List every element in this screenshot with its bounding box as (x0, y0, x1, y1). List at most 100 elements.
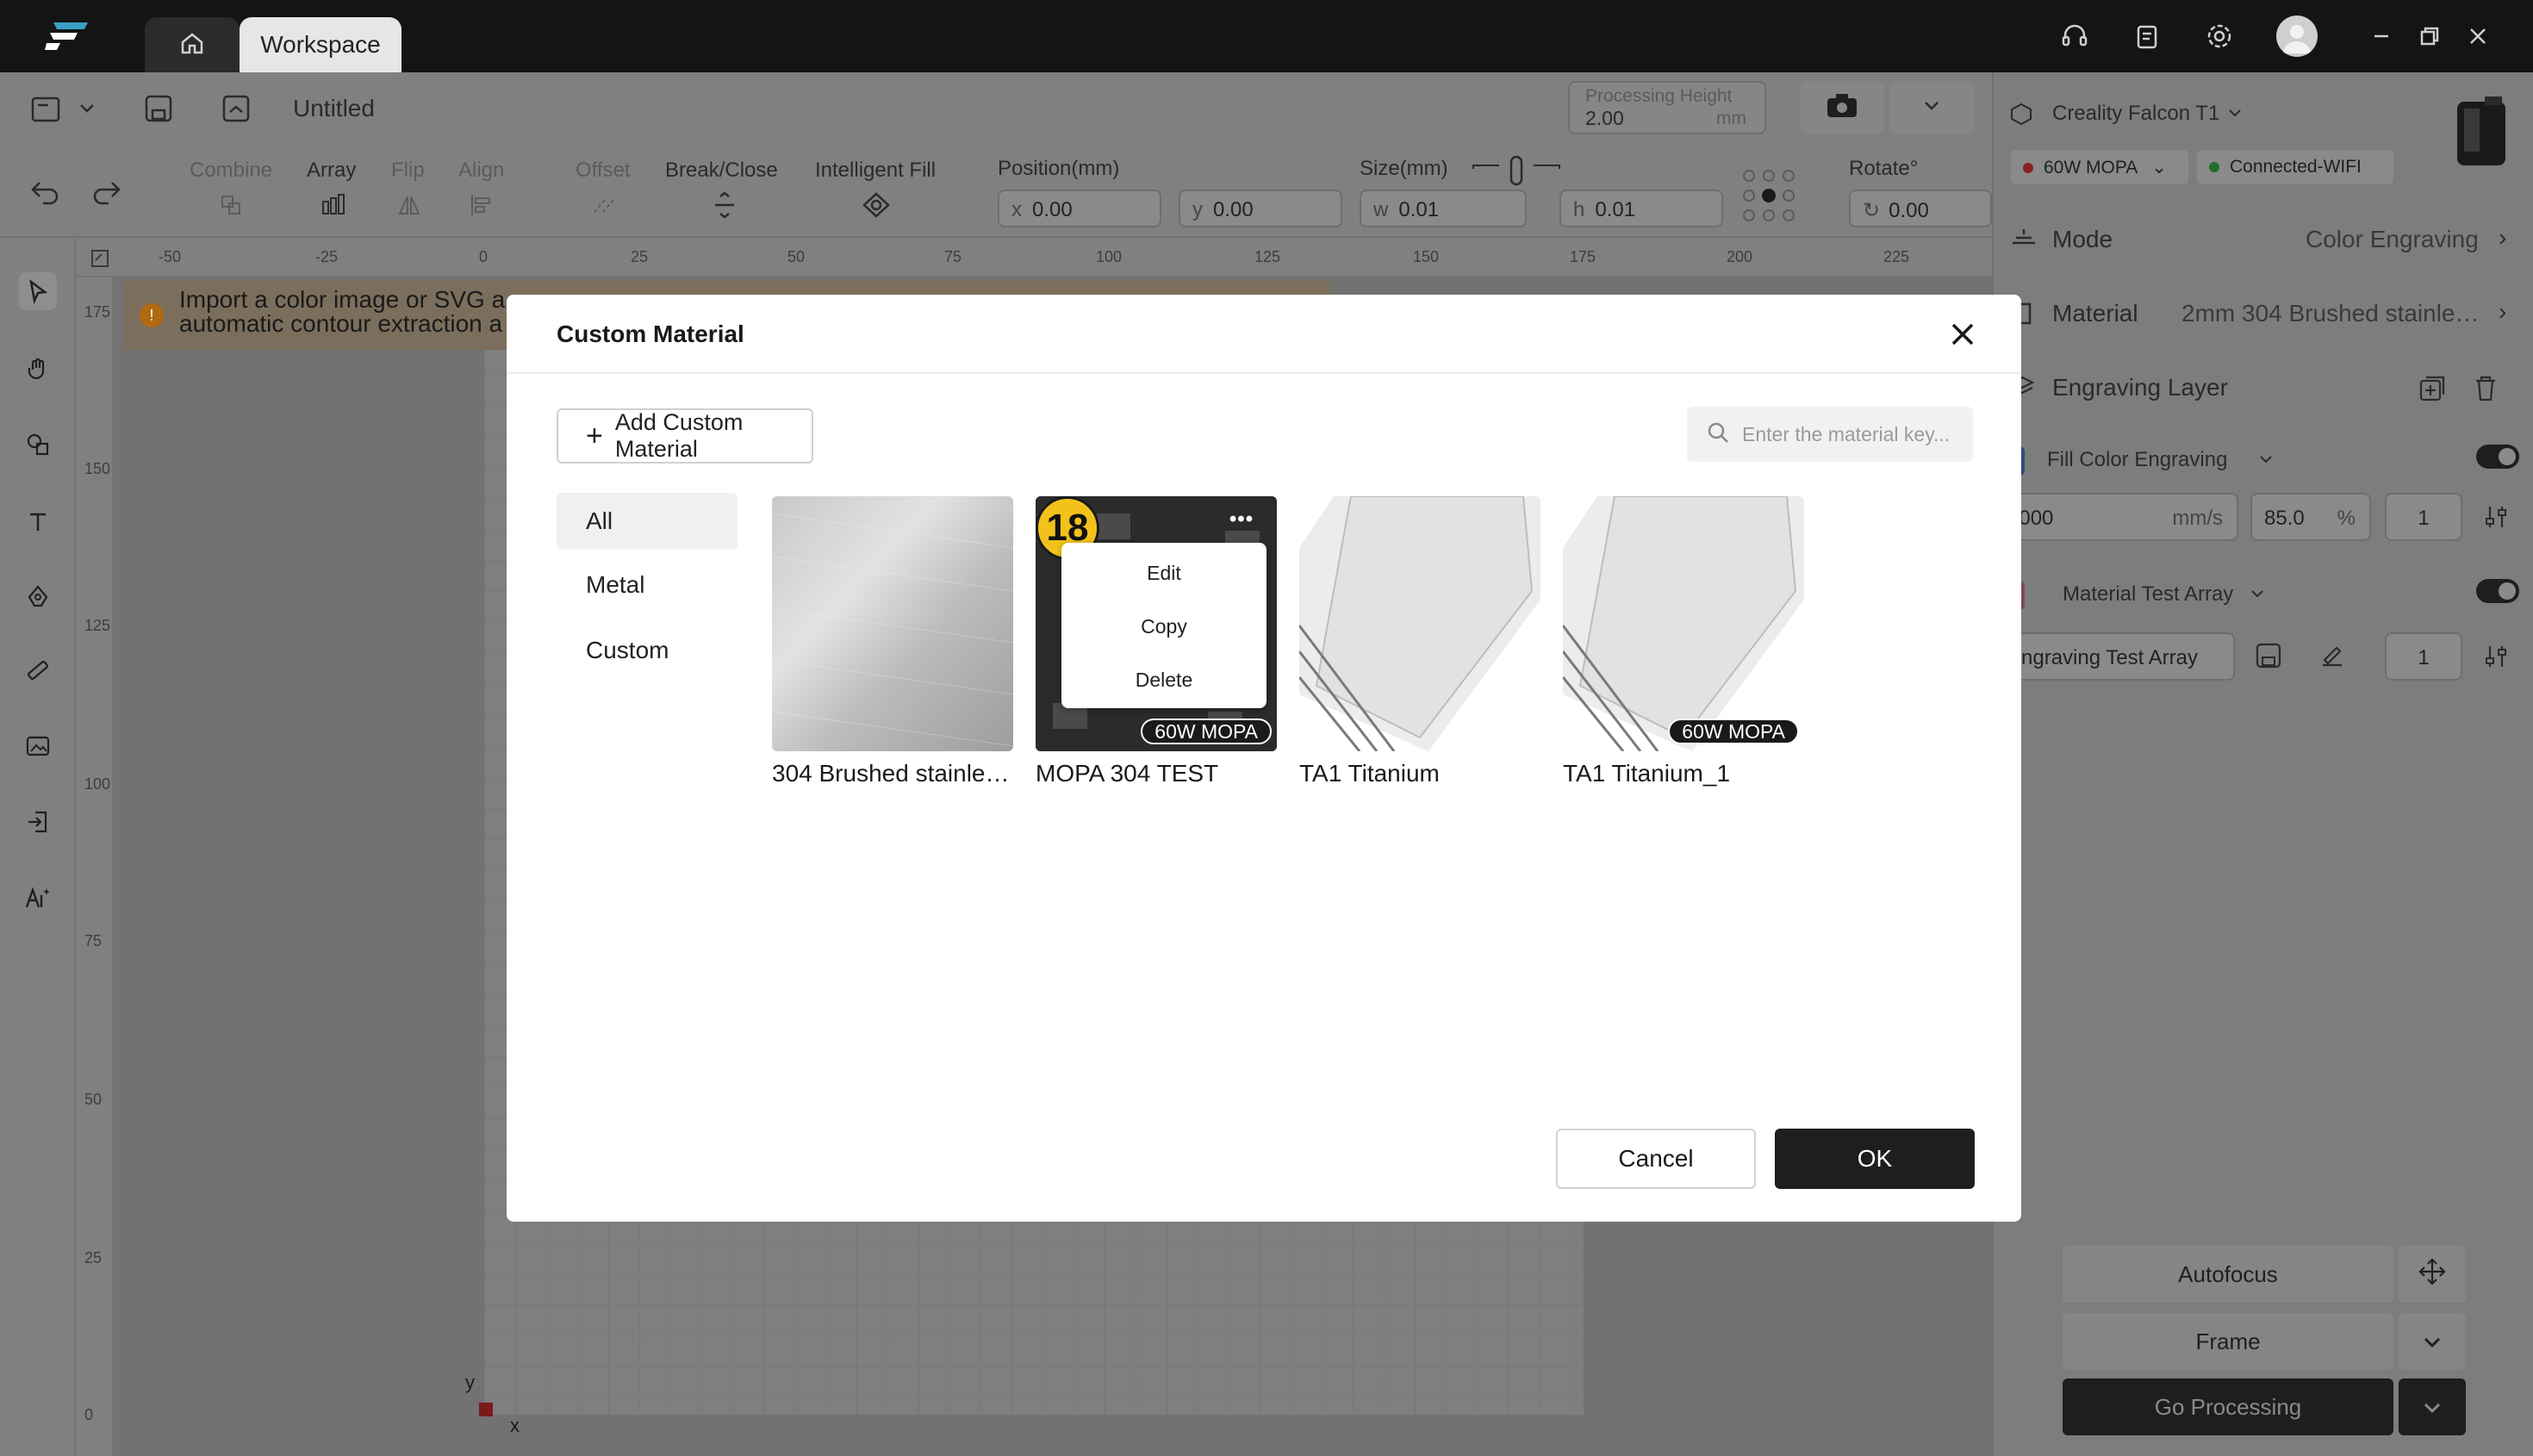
laser-module-dropdown[interactable]: 60W MOPA ⌄ (2011, 150, 2188, 184)
layer-1-power-input[interactable]: 85.0% (2250, 493, 2371, 541)
camera-dropdown-button[interactable] (1890, 81, 1973, 134)
settings-icon[interactable] (2200, 17, 2238, 55)
material-card[interactable]: 304 Brushed stainle… (772, 496, 1013, 787)
cancel-button[interactable]: Cancel (1556, 1129, 1756, 1189)
search-input[interactable] (1742, 422, 1975, 446)
size-h-input[interactable]: h 0.01 (1559, 190, 1723, 227)
category-metal[interactable]: Metal (557, 557, 737, 613)
more-options-icon[interactable]: ••• (1223, 507, 1260, 531)
redo-icon[interactable] (90, 177, 124, 209)
material-search[interactable] (1687, 407, 1975, 462)
menu-item-edit[interactable]: Edit (1061, 548, 1266, 598)
processing-dropdown-button[interactable] (2399, 1378, 2466, 1435)
layer-2-type-button[interactable]: Engraving Test Array (1994, 632, 2235, 681)
anchor-grid-icon[interactable] (1739, 165, 1799, 230)
go-processing-button[interactable]: Go Processing (2063, 1378, 2393, 1435)
avatar[interactable] (2276, 16, 2318, 57)
layer-2-toggle[interactable] (2476, 579, 2519, 603)
rotate-input[interactable]: ↻ 0.00 (1849, 190, 1992, 227)
layer-1-name[interactable]: Fill Color Engraving (2047, 448, 2227, 472)
combine-label[interactable]: Combine (190, 159, 272, 183)
flip-label[interactable]: Flip (391, 159, 425, 183)
ruler-tick: -25 (315, 248, 339, 265)
delete-layer-icon[interactable] (2473, 374, 2499, 408)
position-y-input[interactable]: y 0.00 (1179, 190, 1342, 227)
hand-tool-icon[interactable] (19, 350, 57, 388)
edit-layer-icon[interactable] (2318, 641, 2347, 675)
size-label: Size(mm) (1360, 157, 1448, 180)
shapes-tool-icon[interactable] (19, 426, 57, 464)
category-all[interactable]: All (557, 493, 737, 550)
position-x-input[interactable]: x 0.00 (998, 190, 1161, 227)
mode-value[interactable]: Color Engraving (2306, 226, 2479, 253)
clipboard-icon[interactable] (2128, 17, 2166, 55)
add-layer-icon[interactable] (2418, 374, 2447, 408)
device-name[interactable]: Creality Falcon T1 (2052, 102, 2219, 126)
text-tool-icon[interactable] (19, 503, 57, 541)
intelligent-fill-label[interactable]: Intelligent Fill (815, 159, 936, 183)
material-value[interactable]: 2mm 304 Brushed stainle… (2181, 300, 2497, 327)
chevron-down-icon[interactable] (2226, 107, 2244, 123)
undo-icon[interactable] (28, 177, 62, 209)
ruler-tick: 0 (84, 1406, 94, 1423)
camera-button[interactable] (1801, 81, 1883, 134)
layer-2-passes-input[interactable]: 1 (2385, 632, 2462, 681)
close-icon[interactable] (1944, 315, 1982, 353)
home-tab[interactable] (145, 17, 240, 72)
material-card-selected[interactable]: 18 ••• Edit Copy Delete 60W MOPA MOPA 30… (1036, 496, 1277, 787)
layer-1-passes-input[interactable]: 1 (2385, 493, 2462, 541)
laser-module-badge: 60W MOPA (1668, 719, 1799, 744)
axis-x-label: x (510, 1415, 520, 1436)
open-file-icon[interactable] (29, 93, 64, 128)
minimize-icon[interactable] (2362, 17, 2400, 55)
x-value: 0.00 (1032, 198, 1073, 221)
size-w-input[interactable]: w 0.01 (1360, 190, 1527, 227)
chevron-down-icon[interactable] (2249, 588, 2266, 604)
ai-tool-icon[interactable] (19, 879, 57, 917)
layer-2-settings-icon[interactable] (2483, 643, 2509, 675)
move-button[interactable] (2399, 1246, 2466, 1303)
material-name: TA1 Titanium (1299, 760, 1440, 787)
break-close-label[interactable]: Break/Close (665, 159, 778, 183)
category-custom[interactable]: Custom (557, 622, 737, 679)
close-window-icon[interactable] (2459, 17, 2497, 55)
layer-2-name[interactable]: Material Test Array (2063, 582, 2233, 607)
align-label[interactable]: Align (458, 159, 504, 183)
material-card[interactable]: 60W MOPA TA1 Titanium_1 (1563, 496, 1804, 787)
processing-height-field[interactable]: Processing Height 2.00 mm (1568, 81, 1766, 134)
add-custom-material-button[interactable]: + Add Custom Material (557, 408, 813, 464)
ok-button[interactable]: OK (1775, 1129, 1975, 1189)
headset-icon[interactable] (2056, 17, 2094, 55)
processing-height-value: 2.00 (1585, 107, 1624, 129)
context-menu: Edit Copy Delete (1061, 543, 1266, 708)
menu-item-delete[interactable]: Delete (1061, 655, 1266, 705)
select-tool-icon[interactable] (19, 272, 57, 310)
restore-icon[interactable] (2411, 17, 2449, 55)
autofocus-button[interactable]: Autofocus (2063, 1246, 2393, 1303)
pen-tool-icon[interactable] (19, 577, 57, 615)
h-prefix: h (1573, 198, 1585, 221)
layer-1-speed-input[interactable]: 2000 mm/s (1994, 493, 2238, 541)
frame-button[interactable]: Frame (2063, 1313, 2393, 1370)
file-toolbar: Untitled Processing Height 2.00 mm (0, 72, 1992, 143)
tab-workspace[interactable]: Workspace (240, 17, 401, 72)
save-layer-icon[interactable] (2254, 641, 2283, 675)
offset-label[interactable]: Offset (576, 159, 631, 183)
save-as-icon[interactable] (221, 93, 252, 128)
layer-1-settings-icon[interactable] (2483, 503, 2509, 535)
measure-tool-icon[interactable] (19, 651, 57, 689)
frame-dropdown-button[interactable] (2399, 1313, 2466, 1370)
layer-1-toggle[interactable] (2476, 445, 2519, 469)
chevron-down-icon[interactable] (2257, 453, 2275, 470)
material-card[interactable]: TA1 Titanium (1299, 496, 1540, 787)
save-icon[interactable] (143, 93, 174, 128)
chevron-down-icon[interactable] (78, 102, 96, 120)
array-label[interactable]: Array (307, 159, 356, 183)
power-value: 85.0 (2264, 507, 2305, 530)
lock-ratio-icon[interactable] (1470, 153, 1565, 192)
image-tool-icon[interactable] (19, 727, 57, 765)
import-tool-icon[interactable] (19, 803, 57, 841)
chevron-right-icon[interactable]: › (2499, 298, 2506, 326)
chevron-right-icon[interactable]: › (2499, 224, 2506, 252)
menu-item-copy[interactable]: Copy (1061, 601, 1266, 651)
